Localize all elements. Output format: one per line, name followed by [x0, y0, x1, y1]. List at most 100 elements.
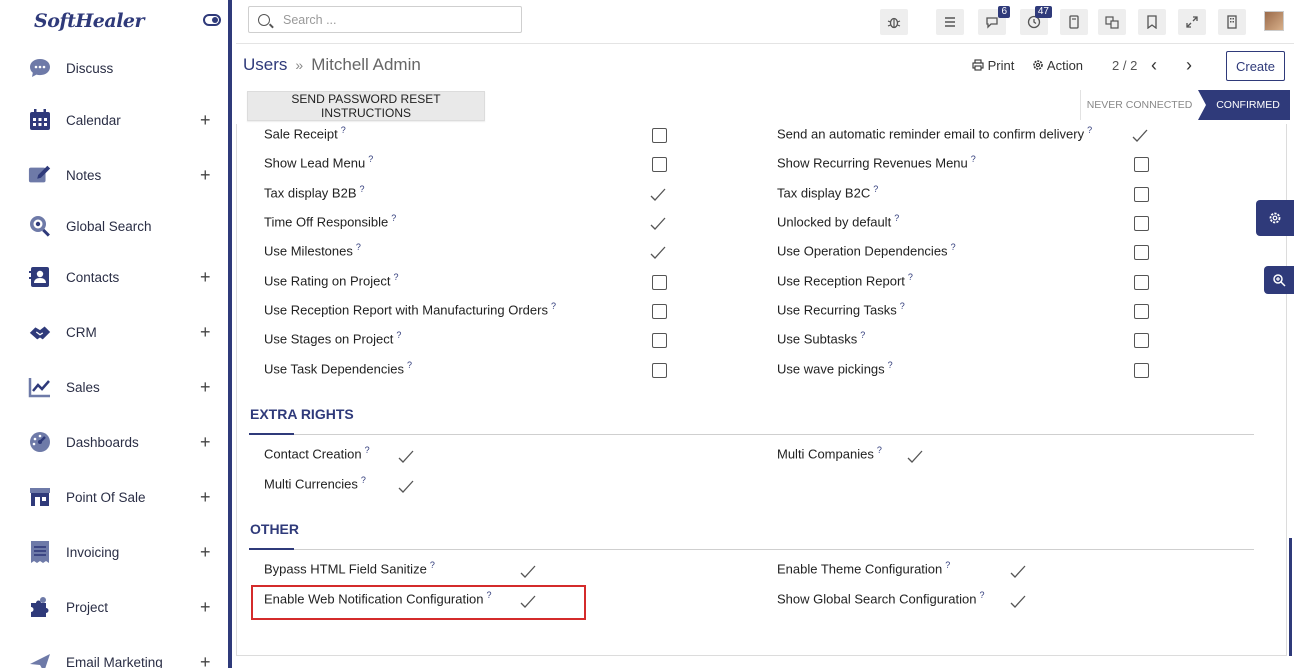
sidebar-item-point-of-sale[interactable]: Point Of Sale + [0, 477, 228, 517]
checkmark-multi-currencies[interactable] [398, 479, 414, 495]
field-label: Use Reception Report with Manufacturing … [264, 301, 556, 318]
pager-value[interactable]: 2 / 2 [1112, 58, 1137, 73]
scrollbar[interactable] [1289, 538, 1292, 656]
bookmark-icon [1147, 15, 1157, 29]
sidebar-item-email-marketing[interactable]: Email Marketing + [0, 642, 228, 668]
checkmark-send-reminder-email[interactable] [1132, 128, 1148, 144]
sidebar-item-discuss[interactable]: Discuss [0, 48, 228, 88]
checkmark-tax-display-b2b[interactable] [650, 187, 666, 203]
pager-previous-button[interactable]: ‹ [1151, 55, 1157, 76]
sidebar-item-label: Discuss [66, 60, 114, 76]
activities-button[interactable]: 47 [1020, 6, 1052, 35]
checkmark-multi-companies[interactable] [907, 449, 923, 465]
checkmark-enable-theme-configuration[interactable] [1010, 564, 1026, 580]
chat-bubble-icon [28, 56, 52, 80]
field-label: Show Recurring Revenues Menu? [777, 154, 976, 171]
create-button[interactable]: Create [1226, 51, 1285, 81]
checkmark-bypass-html-sanitize[interactable] [520, 564, 536, 580]
sidebar-toggle-icon[interactable] [203, 14, 221, 26]
sidebar-item-notes[interactable]: Notes + [0, 155, 228, 195]
sidebar-item-crm[interactable]: CRM + [0, 312, 228, 352]
print-label: Print [987, 58, 1015, 73]
checkbox-show-lead-menu[interactable] [652, 157, 667, 172]
status-confirmed[interactable]: CONFIRMED [1198, 90, 1290, 120]
checkmark-use-milestones[interactable] [650, 245, 666, 261]
add-note-button[interactable]: + [200, 165, 211, 186]
field-label: Enable Theme Configuration? [777, 560, 951, 577]
add-invoice-button[interactable]: + [200, 542, 211, 563]
theme-settings-button[interactable] [1256, 200, 1294, 236]
messages-button[interactable]: 6 [978, 6, 1010, 35]
printer-icon [972, 59, 984, 71]
pager-next-button[interactable]: › [1186, 55, 1192, 76]
search-icon [258, 14, 270, 26]
translate-button[interactable] [1098, 9, 1126, 35]
calculator-button[interactable] [1060, 9, 1088, 35]
print-button[interactable]: Print [972, 58, 1014, 73]
user-avatar[interactable] [1264, 11, 1284, 31]
messages-icon [986, 17, 998, 29]
checkmark-show-global-search-configuration[interactable] [1010, 594, 1026, 610]
checkbox-show-recurring-revenues[interactable] [1134, 157, 1149, 172]
fullscreen-button[interactable] [1178, 9, 1206, 35]
sidebar-item-contacts[interactable]: Contacts + [0, 257, 228, 297]
top-navbar: 6 47 [236, 0, 1294, 44]
search-input[interactable] [283, 10, 513, 29]
add-sale-button[interactable]: + [200, 377, 211, 398]
add-dashboard-button[interactable]: + [200, 432, 211, 453]
add-calendar-button[interactable]: + [200, 110, 211, 131]
checkbox-use-stages-on-project[interactable] [652, 333, 667, 348]
field-label: Contact Creation? [264, 445, 370, 462]
debug-bug-button[interactable] [880, 9, 908, 35]
sidebar-item-label: Sales [66, 379, 100, 395]
expand-icon [1186, 16, 1198, 28]
add-project-button[interactable]: + [200, 597, 211, 618]
section-title-extra-rights: EXTRA RIGHTS [250, 406, 354, 422]
store-icon [28, 485, 52, 509]
bookmark-button[interactable] [1138, 9, 1166, 35]
sidebar-item-sales[interactable]: Sales + [0, 367, 228, 407]
checkbox-use-reception-report[interactable] [1134, 275, 1149, 290]
zoom-in-icon [1273, 274, 1286, 287]
zoom-search-button[interactable] [1264, 266, 1294, 294]
breadcrumb-users-link[interactable]: Users [243, 55, 287, 74]
add-pos-button[interactable]: + [200, 487, 211, 508]
add-crm-button[interactable]: + [200, 322, 211, 343]
sidebar-item-project[interactable]: Project + [0, 587, 228, 627]
company-switch-button[interactable] [1218, 9, 1246, 35]
sidebar-item-label: Calendar [66, 112, 121, 128]
checkbox-use-reception-report-mo[interactable] [652, 304, 667, 319]
checkmark-contact-creation[interactable] [398, 449, 414, 465]
add-contact-button[interactable]: + [200, 267, 211, 288]
activity-list-button[interactable] [936, 9, 964, 35]
breadcrumb-separator: » [295, 57, 304, 73]
sidebar-item-calendar[interactable]: Calendar + [0, 100, 228, 140]
field-label: Multi Currencies? [264, 475, 366, 492]
add-email-marketing-button[interactable]: + [200, 652, 211, 668]
send-password-reset-button[interactable]: SEND PASSWORD RESET INSTRUCTIONS [247, 91, 485, 121]
status-never-connected[interactable]: NEVER CONNECTED [1080, 90, 1198, 120]
checkbox-use-rating-on-project[interactable] [652, 275, 667, 290]
app-logo[interactable]: SoftHealer [34, 10, 145, 32]
sidebar-item-invoicing[interactable]: Invoicing + [0, 532, 228, 572]
checkbox-use-task-dependencies[interactable] [652, 363, 667, 378]
field-label: Unlocked by default? [777, 213, 900, 230]
section-title-other: OTHER [250, 521, 299, 537]
checkbox-use-operation-dependencies[interactable] [1134, 245, 1149, 260]
checkbox-use-recurring-tasks[interactable] [1134, 304, 1149, 319]
field-label: Use Reception Report? [777, 272, 913, 289]
sidebar-item-dashboards[interactable]: Dashboards + [0, 422, 228, 462]
checkbox-unlocked-by-default[interactable] [1134, 216, 1149, 231]
checkbox-use-subtasks[interactable] [1134, 333, 1149, 348]
breadcrumb-current: Mitchell Admin [311, 55, 421, 74]
checkbox-use-wave-pickings[interactable] [1134, 363, 1149, 378]
checkbox-sale-receipt[interactable] [652, 128, 667, 143]
search-box[interactable] [248, 6, 522, 33]
action-button[interactable]: Action [1032, 58, 1083, 73]
checkmark-time-off-responsible[interactable] [650, 216, 666, 232]
notes-icon [28, 163, 52, 187]
sidebar-item-label: Global Search [66, 218, 152, 234]
sidebar-item-global-search[interactable]: Global Search [0, 206, 228, 246]
checkbox-tax-display-b2c[interactable] [1134, 187, 1149, 202]
gear-icon [1033, 60, 1043, 70]
